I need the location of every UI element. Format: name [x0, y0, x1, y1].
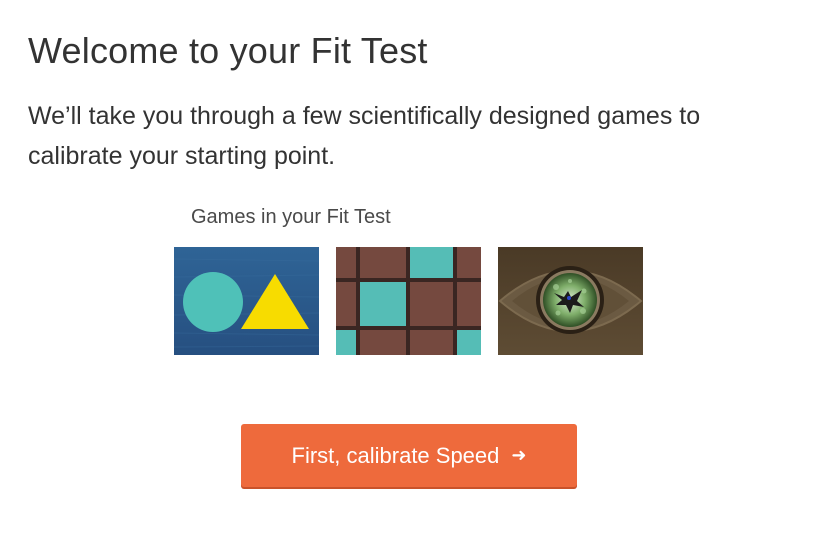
- calibrate-speed-button[interactable]: First, calibrate Speed ➜: [241, 424, 577, 487]
- games-label: Games in your Fit Test: [191, 206, 391, 228]
- circle-triangle-icon: [174, 247, 319, 355]
- grid-tiles-icon: [336, 247, 481, 355]
- intro-text: We’ll take you through a few scientifica…: [28, 102, 701, 170]
- calibrate-speed-label: First, calibrate Speed: [291, 442, 500, 468]
- game-thumbnail-grid: [336, 247, 481, 355]
- game-thumbnail-shapes: [174, 247, 319, 355]
- arrow-right-icon: ➜: [511, 445, 527, 465]
- eye-bird-icon: [498, 247, 643, 355]
- game-thumbnail-eye: [498, 247, 643, 355]
- page-title: Welcome to your Fit Test: [28, 30, 428, 71]
